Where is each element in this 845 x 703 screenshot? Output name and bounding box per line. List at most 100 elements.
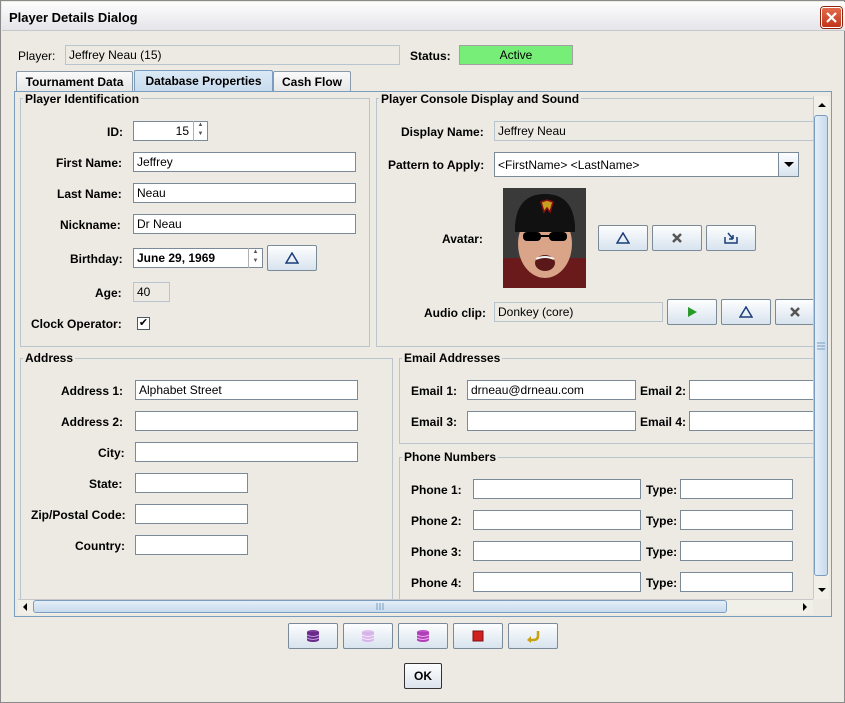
console-display-title: Player Console Display and Sound: [379, 92, 582, 106]
avatar-photo-icon: [503, 188, 586, 288]
clock-operator-checkbox[interactable]: ✔: [137, 317, 150, 330]
pattern-label: Pattern to Apply:: [388, 158, 485, 172]
email-title: Email Addresses: [402, 351, 503, 365]
audio-clip-label: Audio clip:: [424, 306, 486, 320]
email-group: [399, 358, 813, 444]
last-name-field[interactable]: Neau: [133, 183, 356, 203]
player-identification-title: Player Identification: [23, 92, 142, 106]
avatar-import-button[interactable]: [706, 225, 756, 251]
audio-play-button[interactable]: [667, 299, 717, 325]
clear-x-icon: [789, 307, 800, 317]
window-title: Player Details Dialog: [9, 10, 138, 25]
city-label: City:: [98, 446, 125, 460]
display-name-label: Display Name:: [401, 125, 484, 139]
birthday-spinner[interactable]: June 29, 1969: [133, 248, 263, 268]
undo-icon: [527, 631, 540, 643]
phone2-label: Phone 2:: [411, 514, 462, 528]
tab-cash-flow[interactable]: Cash Flow: [273, 71, 351, 92]
audio-edit-button[interactable]: [721, 299, 771, 325]
phone4-type-field[interactable]: [680, 572, 793, 592]
zip-label: Zip/Postal Code:: [31, 508, 126, 522]
address1-field[interactable]: Alphabet Street: [135, 380, 358, 400]
chevron-down-icon: [784, 162, 794, 167]
country-field[interactable]: [135, 535, 248, 555]
email2-field[interactable]: [689, 380, 813, 400]
database-new-button[interactable]: [343, 623, 393, 649]
clock-operator-label: Clock Operator:: [31, 317, 122, 331]
horizontal-scroll-thumb[interactable]: [33, 600, 727, 613]
phone1-type-field[interactable]: [680, 479, 793, 499]
tab-tournament-data[interactable]: Tournament Data: [16, 71, 133, 92]
avatar-image: [503, 188, 586, 288]
phone1-field[interactable]: [473, 479, 641, 499]
first-name-label: First Name:: [56, 156, 123, 170]
clear-x-icon: [672, 233, 682, 243]
database-pink-icon: [416, 630, 430, 642]
state-field[interactable]: [135, 473, 248, 493]
phone2-type-label: Type:: [646, 514, 678, 528]
zip-field[interactable]: [135, 504, 248, 524]
address2-field[interactable]: [135, 411, 358, 431]
delta-icon: [739, 306, 753, 318]
phone3-type-field[interactable]: [680, 541, 793, 561]
phone-title: Phone Numbers: [402, 450, 499, 464]
email4-field[interactable]: [689, 411, 813, 431]
city-field[interactable]: [135, 442, 358, 462]
phone2-field[interactable]: [473, 510, 641, 530]
phone2-type-field[interactable]: [680, 510, 793, 530]
database-light-icon: [361, 630, 375, 642]
audio-clear-button[interactable]: [775, 299, 813, 325]
display-name-field: Jeffrey Neau: [494, 121, 813, 141]
player-label: Player:: [18, 49, 56, 63]
pattern-combo[interactable]: <FirstName> <LastName>: [494, 152, 799, 177]
delta-icon: [616, 232, 630, 244]
database-save-button[interactable]: [288, 623, 338, 649]
avatar-clear-button[interactable]: [652, 225, 702, 251]
ok-button[interactable]: OK: [404, 663, 442, 689]
country-label: Country:: [75, 539, 125, 553]
scroll-left-icon[interactable]: [18, 600, 32, 614]
address-title: Address: [23, 351, 76, 365]
avatar-label: Avatar:: [442, 232, 483, 246]
tab-database-properties[interactable]: Database Properties: [134, 70, 273, 92]
email1-field[interactable]: drneau@drneau.com: [467, 380, 636, 400]
undo-button[interactable]: [508, 623, 558, 649]
age-field: 40: [133, 282, 170, 302]
phone4-field[interactable]: [473, 572, 641, 592]
address1-label: Address 1:: [61, 384, 124, 398]
scroll-right-icon[interactable]: [798, 600, 812, 614]
import-icon: [724, 232, 738, 244]
nickname-label: Nickname:: [60, 218, 121, 232]
close-button[interactable]: [821, 7, 842, 28]
email2-label: Email 2:: [640, 384, 687, 398]
scroll-corner: [813, 599, 829, 614]
audio-clip-field: Donkey (core): [494, 302, 663, 322]
first-name-field[interactable]: Jeffrey: [133, 152, 356, 172]
birthday-label: Birthday:: [70, 252, 123, 266]
birthday-picker-button[interactable]: [267, 245, 317, 271]
nickname-field[interactable]: Dr Neau: [133, 214, 356, 234]
phone4-type-label: Type:: [646, 576, 678, 590]
email4-label: Email 4:: [640, 415, 687, 429]
pattern-dropdown-button[interactable]: [778, 153, 798, 176]
age-label: Age:: [95, 286, 122, 300]
database-load-button[interactable]: [398, 623, 448, 649]
title-bar[interactable]: Player Details Dialog: [2, 2, 845, 31]
grip-icon: [376, 603, 384, 610]
scroll-up-icon[interactable]: [814, 98, 829, 112]
scroll-down-icon[interactable]: [814, 583, 829, 597]
status-label: Status:: [410, 49, 451, 63]
database-icon: [306, 630, 320, 642]
id-spinner-arrows[interactable]: ▲ ▼: [193, 121, 207, 141]
grip-icon: [817, 342, 825, 350]
last-name-label: Last Name:: [57, 187, 122, 201]
play-icon: [688, 307, 697, 317]
avatar-edit-button[interactable]: [598, 225, 648, 251]
vertical-scroll-thumb[interactable]: [814, 115, 828, 576]
email3-field[interactable]: [467, 411, 636, 431]
player-details-dialog: Player Details Dialog Player: Jeffrey Ne…: [0, 0, 845, 703]
phone4-label: Phone 4:: [411, 576, 462, 590]
phone3-field[interactable]: [473, 541, 641, 561]
stop-button[interactable]: [453, 623, 503, 649]
birthday-spinner-arrows[interactable]: ▲ ▼: [248, 248, 262, 268]
